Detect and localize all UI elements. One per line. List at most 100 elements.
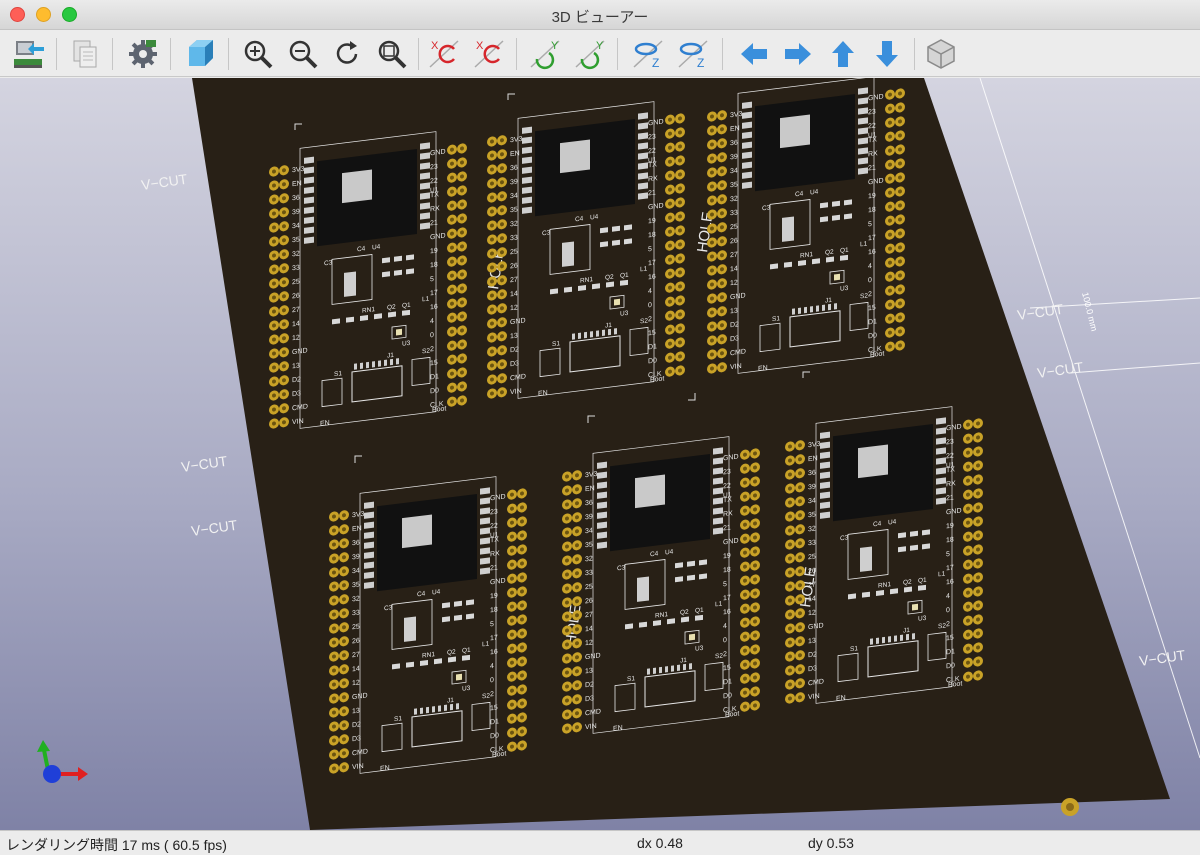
en-label: EN xyxy=(380,765,390,773)
usb-pin xyxy=(798,307,801,314)
ref-designator: J1 xyxy=(903,627,910,635)
pin-label: 12 xyxy=(510,304,518,312)
redraw-button[interactable] xyxy=(328,35,366,73)
zoom-in-icon xyxy=(244,40,273,69)
chip-pad xyxy=(597,491,607,499)
smd-part xyxy=(681,616,689,623)
led xyxy=(396,328,402,336)
smd-part xyxy=(332,318,340,325)
ref-designator: Q2 xyxy=(825,249,834,257)
pin-label: 12 xyxy=(352,679,360,687)
ref-designator: Q1 xyxy=(840,247,849,255)
rotate-y-cw-button[interactable]: Y xyxy=(572,35,610,73)
z-axis-sphere xyxy=(43,765,61,783)
pin-label: VIN xyxy=(585,723,597,731)
smd-part xyxy=(832,200,840,207)
chip-pad xyxy=(638,172,648,180)
pin-label: 19 xyxy=(723,552,731,560)
pin-label: 21 xyxy=(490,564,498,572)
pin-label: 2 xyxy=(946,621,950,628)
ortho-view-button[interactable] xyxy=(922,35,960,73)
dy-readout: dy 0.53 xyxy=(808,835,854,851)
copy-button[interactable] xyxy=(66,35,104,73)
rotate-z-ccw-button[interactable]: Z xyxy=(630,35,668,73)
rotate-x-cw-button[interactable]: X xyxy=(471,35,509,73)
pin-label: 26 xyxy=(808,567,816,575)
usb-pin xyxy=(816,305,819,312)
pin-label: 35 xyxy=(292,236,300,244)
pin-label: 34 xyxy=(292,222,300,230)
pin-label: 34 xyxy=(730,167,738,175)
chip-pad xyxy=(420,192,430,200)
title-bar[interactable]: 3D ビューアー xyxy=(0,0,1200,30)
reload-board-button[interactable] xyxy=(10,35,48,73)
zoom-fit-button[interactable] xyxy=(373,35,411,73)
ref-designator: S2 xyxy=(860,292,868,300)
pan-left-button[interactable] xyxy=(735,35,773,73)
pin-label: 21 xyxy=(868,164,876,172)
chip-pad xyxy=(858,97,868,105)
smd-part xyxy=(382,257,390,264)
usb-pin xyxy=(689,663,692,670)
smd-part xyxy=(922,529,930,536)
pin-label: 12 xyxy=(730,279,738,287)
zoom-in-button[interactable] xyxy=(239,35,277,73)
usb-pin xyxy=(659,666,662,674)
settings-button[interactable] xyxy=(124,35,162,73)
fiducial-center xyxy=(1066,803,1074,811)
chip-shield xyxy=(635,474,665,509)
chip-pad xyxy=(480,517,490,525)
chip-pad xyxy=(597,521,607,529)
rotate-x-ccw-button[interactable]: X xyxy=(426,35,464,73)
smd-part xyxy=(564,286,572,293)
pan-up-button[interactable] xyxy=(824,35,862,73)
chip-pad xyxy=(420,222,430,230)
chip-pad xyxy=(742,161,752,169)
usb-pin xyxy=(888,636,891,643)
chip-pad xyxy=(480,557,490,565)
pin-label: 13 xyxy=(585,667,593,675)
3d-scene[interactable]: 100.0 mm V−CUT V−CUT V−CUT V−CUT V−CUT V… xyxy=(0,78,1200,830)
pin-label: 35 xyxy=(510,206,518,214)
chip-pad xyxy=(638,112,648,120)
smd-part xyxy=(612,239,620,246)
pin-label: 35 xyxy=(808,511,816,519)
dimension-label: 100.0 mm xyxy=(1080,291,1099,332)
ref-designator: L1 xyxy=(860,240,868,248)
chip-pad xyxy=(638,132,648,140)
pin-label: 21 xyxy=(430,219,438,227)
ref-designator: J1 xyxy=(387,352,394,360)
pin-label: 36 xyxy=(585,499,593,507)
pan-down-button[interactable] xyxy=(868,35,906,73)
chip-pad xyxy=(364,561,374,569)
pin-label: 25 xyxy=(808,553,816,561)
settings-gear-icon xyxy=(129,40,157,68)
pin-label: D1 xyxy=(430,373,439,381)
ref-designator: Q2 xyxy=(387,304,396,312)
svg-text:Z: Z xyxy=(697,56,704,70)
pin-label: 0 xyxy=(723,637,727,644)
pin-label: 5 xyxy=(723,581,727,588)
smd-part xyxy=(848,593,856,600)
chip-pad xyxy=(742,171,752,179)
rotate-z-cw-button[interactable]: Z xyxy=(675,35,713,73)
chip-shield xyxy=(402,514,432,549)
smd-part xyxy=(406,254,414,261)
usb-pin xyxy=(432,706,435,713)
smd-part xyxy=(922,543,930,550)
chip-pad xyxy=(364,511,374,519)
x-axis-arrowhead xyxy=(78,767,88,781)
rotate-y-ccw-button[interactable]: Y xyxy=(527,35,565,73)
regulator-tab xyxy=(782,216,794,242)
zoom-out-button[interactable] xyxy=(284,35,322,73)
pin-label: 36 xyxy=(510,164,518,172)
pin-label: 17 xyxy=(648,259,656,267)
chip-pad xyxy=(304,166,314,174)
raytracing-button[interactable] xyxy=(181,35,219,73)
pin-label: 12 xyxy=(808,609,816,617)
pin-label: 2 xyxy=(490,691,494,698)
pan-right-button[interactable] xyxy=(779,35,817,73)
3d-viewport[interactable]: 100.0 mm V−CUT V−CUT V−CUT V−CUT V−CUT V… xyxy=(0,78,1200,830)
chip-pad xyxy=(638,152,648,160)
ref-designator: U1 xyxy=(490,531,499,539)
